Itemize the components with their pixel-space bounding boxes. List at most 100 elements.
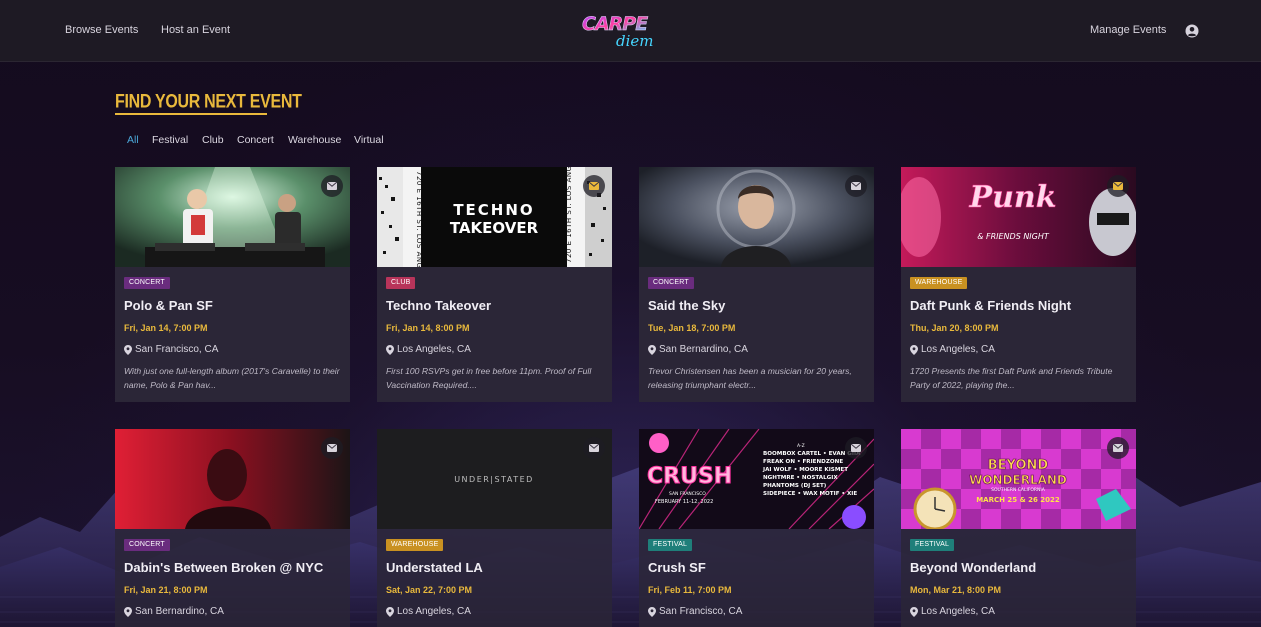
map-pin-icon [124,345,132,355]
svg-text:WONDERLAND: WONDERLAND [969,473,1067,487]
event-date: Fri, Jan 21, 8:00 PM [124,585,208,595]
event-image: UNDER|STATED [377,429,612,529]
event-card[interactable]: CRUSH SAN FRANCISCO FEBRUARY 11-12, 2022… [639,429,874,627]
message-button[interactable] [1107,175,1129,197]
image-text: UNDER|STATED [454,475,534,484]
side-address-right: 720 E 16TH ST. LOS ANGELES [565,167,573,263]
event-name[interactable]: Understated LA [386,560,483,575]
location-text: Los Angeles, CA [397,606,471,617]
event-card[interactable]: 720 E 16TH ST. LOS ANGELES 720 E 16TH ST… [377,167,612,402]
svg-text:SIDEPIECE • WAX MOTIF • XIE: SIDEPIECE • WAX MOTIF • XIE [763,491,857,497]
message-button[interactable] [1107,437,1129,459]
event-card[interactable]: CONCERT Dabin's Between Broken @ NYC Fri… [115,429,350,627]
page-title: FIND YOUR NEXT EVENT [115,92,302,113]
event-date: Mon, Mar 21, 8:00 PM [910,585,1002,595]
event-date: Fri, Jan 14, 7:00 PM [124,323,208,333]
location-text: Los Angeles, CA [921,606,995,617]
location-text: Los Angeles, CA [921,344,995,355]
svg-text:PHANTOMS (DJ SET): PHANTOMS (DJ SET) [763,483,827,489]
filter-concert[interactable]: Concert [237,134,274,146]
svg-text:A-Z: A-Z [797,443,805,449]
message-button[interactable] [583,175,605,197]
category-badge: FESTIVAL [648,539,693,551]
map-pin-icon [386,345,394,355]
svg-text:Punk: Punk [969,180,1057,215]
nav-browse-events[interactable]: Browse Events [65,24,138,36]
event-name[interactable]: Beyond Wonderland [910,560,1036,575]
location-text: San Bernardino, CA [659,344,748,355]
category-badge: CONCERT [648,277,694,289]
image-subtext: SOUTHERN CALIFORNIA [991,487,1046,493]
location-text: San Francisco, CA [659,606,743,617]
event-image [115,167,350,267]
envelope-icon [589,444,599,452]
title-underline [115,113,267,115]
location-text: San Bernardino, CA [135,606,224,617]
event-date: Fri, Jan 14, 8:00 PM [386,323,470,333]
envelope-icon [589,182,599,190]
carpe-diem-logo[interactable]: CARPE diem [578,10,674,50]
filter-warehouse[interactable]: Warehouse [288,134,341,146]
event-card[interactable]: UNDER|STATED WAREHOUSE Understated LA Sa… [377,429,612,627]
category-badge: CONCERT [124,539,170,551]
svg-text:BEYOND: BEYOND [988,458,1049,473]
filter-virtual[interactable]: Virtual [354,134,384,146]
svg-text:diem: diem [616,32,654,50]
envelope-icon [1113,444,1123,452]
envelope-icon [851,182,861,190]
top-navbar: Browse Events Host an Event CARPE diem M… [0,0,1261,62]
event-card[interactable]: Punk & FRIENDS NIGHT WAREHOUSE Daft Punk… [901,167,1136,402]
event-image: 720 E 16TH ST. LOS ANGELES 720 E 16TH ST… [377,167,612,267]
svg-text:NGHTMRE • NOSTALGIX: NGHTMRE • NOSTALGIX [763,475,838,481]
map-pin-icon [648,345,656,355]
svg-text:SAN FRANCISCO: SAN FRANCISCO [669,491,706,497]
side-address-left: 720 E 16TH ST. LOS ANGELES [415,171,423,267]
event-name[interactable]: Crush SF [648,560,706,575]
event-name[interactable]: Daft Punk & Friends Night [910,298,1071,313]
envelope-icon [851,444,861,452]
event-image: Punk & FRIENDS NIGHT [901,167,1136,267]
location-text: Los Angeles, CA [397,344,471,355]
event-card[interactable]: CONCERT Said the Sky Tue, Jan 18, 7:00 P… [639,167,874,402]
event-name[interactable]: Polo & Pan SF [124,298,213,313]
svg-text:TECHNO: TECHNO [453,201,534,219]
event-name[interactable]: Techno Takeover [386,298,491,313]
event-name[interactable]: Dabin's Between Broken @ NYC [124,560,323,575]
event-image: BEYOND WONDERLAND SOUTHERN CALIFORNIA MA… [901,429,1136,529]
message-button[interactable] [321,437,343,459]
nav-manage-events[interactable]: Manage Events [1090,24,1166,36]
message-button[interactable] [845,175,867,197]
filter-all[interactable]: All [127,134,139,146]
message-button[interactable] [845,437,867,459]
svg-text:CRUSH: CRUSH [647,464,732,489]
category-badge: FESTIVAL [910,539,955,551]
map-pin-icon [648,607,656,617]
user-circle-icon[interactable] [1185,24,1199,38]
event-name[interactable]: Said the Sky [648,298,725,313]
location-text: San Francisco, CA [135,344,219,355]
event-description: Trevor Christensen has been a musician f… [648,366,852,390]
nav-host-event[interactable]: Host an Event [161,24,230,36]
event-card[interactable]: CONCERT Polo & Pan SF Fri, Jan 14, 7:00 … [115,167,350,402]
event-image [115,429,350,529]
event-image [639,167,874,267]
filter-festival[interactable]: Festival [152,134,188,146]
event-description: First 100 RSVPs get in free before 11pm.… [386,366,592,390]
message-button[interactable] [321,175,343,197]
svg-text:FEBRUARY 11-12, 2022: FEBRUARY 11-12, 2022 [655,499,713,505]
category-badge: CLUB [386,277,416,289]
event-image: CRUSH SAN FRANCISCO FEBRUARY 11-12, 2022… [639,429,874,529]
svg-text:JAI WOLF • MOORE KISMET: JAI WOLF • MOORE KISMET [762,467,848,473]
map-pin-icon [386,607,394,617]
filter-club[interactable]: Club [202,134,224,146]
image-date: MARCH 25 & 26 2022 [976,496,1060,504]
message-button[interactable] [583,437,605,459]
category-badge: CONCERT [124,277,170,289]
envelope-icon [327,182,337,190]
event-card[interactable]: BEYOND WONDERLAND SOUTHERN CALIFORNIA MA… [901,429,1136,627]
event-date: Thu, Jan 20, 8:00 PM [910,323,999,333]
map-pin-icon [910,607,918,617]
map-pin-icon [910,345,918,355]
svg-text:FREAK ON • FRIENDZONE: FREAK ON • FRIENDZONE [763,459,843,465]
event-date: Tue, Jan 18, 7:00 PM [648,323,736,333]
